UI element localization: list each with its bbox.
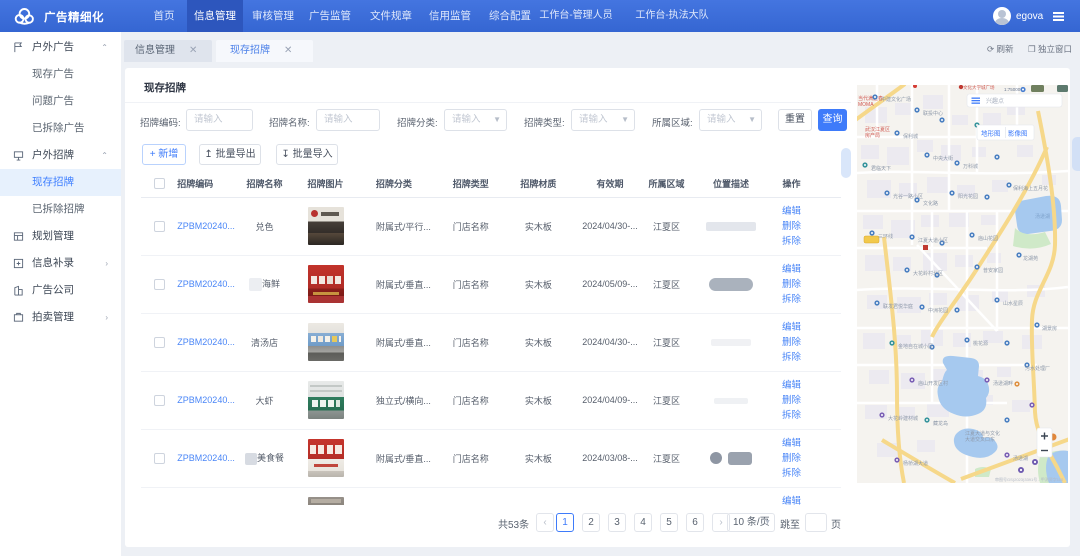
svg-text:审图号GS(2023)3391号 - 甲测资字110: 审图号GS(2023)3391号 - 甲测资字110 <box>995 476 1064 482</box>
svg-text:MOMA: MOMA <box>858 102 874 108</box>
svg-text:三环线: 三环线 <box>878 233 893 240</box>
svg-text:大花岭建材城: 大花岭建材城 <box>888 415 918 422</box>
svg-text:杨桥湖大道: 杨桥湖大道 <box>903 460 928 467</box>
svg-text:影像图: 影像图 <box>1008 129 1028 138</box>
svg-text:污水处理厂: 污水处理厂 <box>1025 365 1050 372</box>
svg-text:大花岭村北区: 大花岭村北区 <box>913 270 943 277</box>
svg-text:1:75000: 1:75000 <box>1004 87 1021 92</box>
svg-text:保利城: 保利城 <box>903 133 918 140</box>
svg-text:万科城: 万科城 <box>963 163 978 170</box>
svg-text:山水星辰: 山水星辰 <box>1003 300 1023 307</box>
svg-text:保利海上五月花: 保利海上五月花 <box>1013 185 1048 192</box>
svg-text:武汉江夏区: 武汉江夏区 <box>865 126 890 133</box>
svg-text:中央大街: 中央大街 <box>933 155 953 162</box>
svg-text:大道交叉口东: 大道交叉口东 <box>965 436 995 443</box>
svg-text:光谷一路小区: 光谷一路小区 <box>893 193 923 200</box>
svg-text:当代满庭春: 当代满庭春 <box>858 95 883 102</box>
svg-text:龙湖苑: 龙湖苑 <box>1023 255 1038 262</box>
svg-text:兴趣点: 兴趣点 <box>986 97 1004 105</box>
svg-text:房产局: 房产局 <box>865 132 880 139</box>
svg-text:联投中心: 联投中心 <box>923 110 943 117</box>
svg-text:藏龙岛: 藏龙岛 <box>933 420 948 427</box>
svg-text:金地自在城小区: 金地自在城小区 <box>898 343 933 350</box>
svg-text:庙山花园: 庙山花园 <box>978 235 998 242</box>
svg-text:普安家园: 普安家园 <box>983 267 1003 274</box>
svg-text:中建文化广场: 中建文化广场 <box>881 96 911 103</box>
svg-text:文化路: 文化路 <box>923 200 938 207</box>
svg-text:汤逊湖: 汤逊湖 <box>1035 213 1050 220</box>
svg-text:江夏大道与文化: 江夏大道与文化 <box>965 430 1000 437</box>
svg-text:君临天下: 君临天下 <box>871 165 891 172</box>
svg-text:联发君悦华庭: 联发君悦华庭 <box>883 303 913 310</box>
svg-text:汤逊湖畔: 汤逊湖畔 <box>993 380 1013 387</box>
svg-text:阳光花园: 阳光花园 <box>958 193 978 200</box>
svg-text:庙山开发区村: 庙山开发区村 <box>918 380 948 387</box>
svg-text:桃花源: 桃花源 <box>973 340 988 347</box>
svg-text:地形图: 地形图 <box>981 129 1001 138</box>
svg-text:湖景房: 湖景房 <box>1042 325 1057 332</box>
svg-text:中洲花园: 中洲花园 <box>928 307 948 314</box>
svg-text:江夏大道小区: 江夏大道小区 <box>918 237 948 244</box>
svg-text:汤逊湖: 汤逊湖 <box>1013 455 1028 462</box>
